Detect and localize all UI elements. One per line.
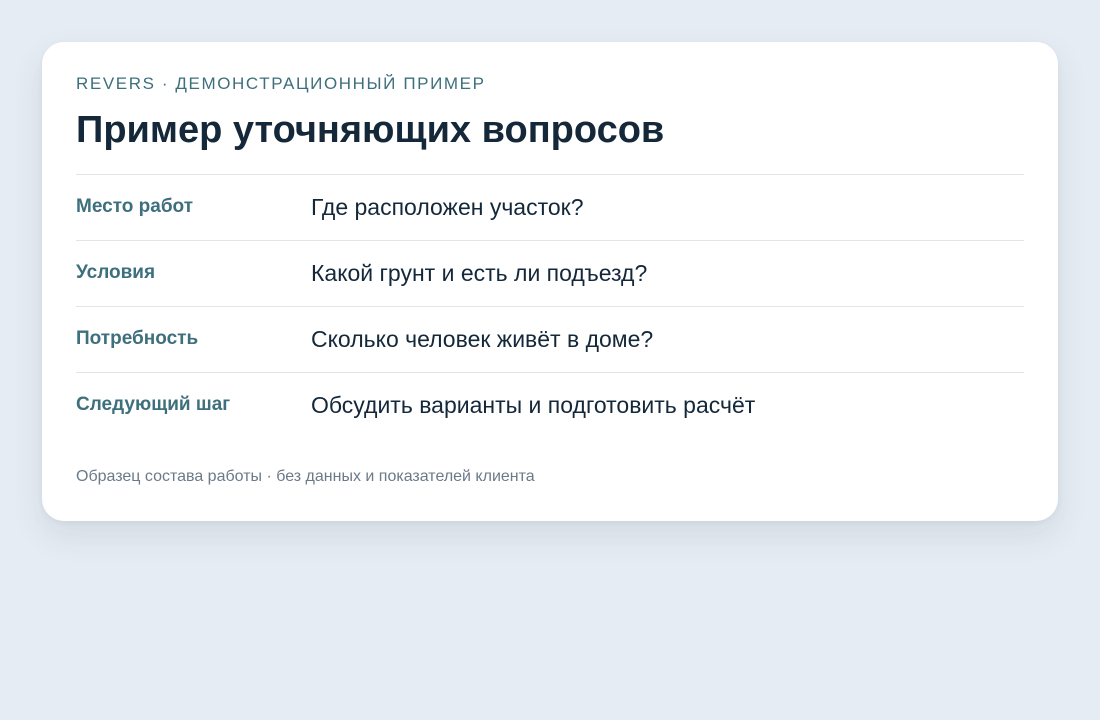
question-row-location: Место работ Где расположен участок?	[76, 175, 1024, 241]
row-question: Какой грунт и есть ли подъезд?	[311, 260, 648, 286]
eyebrow-label: REVERS · ДЕМОНСТРАЦИОННЫЙ ПРИМЕР	[76, 74, 486, 93]
questions-list: Место работ Где расположен участок? Усло…	[76, 174, 1024, 439]
question-row-next-step: Следующий шаг Обсудить варианты и подгот…	[76, 373, 1024, 439]
row-question: Где расположен участок?	[311, 194, 584, 220]
row-label: Потребность	[76, 328, 199, 349]
row-question: Обсудить варианты и подготовить расчёт	[311, 392, 756, 418]
questions-card: REVERS · ДЕМОНСТРАЦИОННЫЙ ПРИМЕР Пример …	[42, 42, 1058, 521]
page-title: Пример уточняющих вопросов	[76, 109, 665, 151]
footnote: Образец состава работы · без данных и по…	[76, 468, 535, 485]
row-label: Следующий шаг	[76, 394, 231, 415]
row-label: Место работ	[76, 196, 193, 217]
question-row-need: Потребность Сколько человек живёт в доме…	[76, 307, 1024, 373]
row-label: Условия	[76, 262, 156, 283]
row-question: Сколько человек живёт в доме?	[311, 326, 654, 352]
question-row-conditions: Условия Какой грунт и есть ли подъезд?	[76, 241, 1024, 307]
